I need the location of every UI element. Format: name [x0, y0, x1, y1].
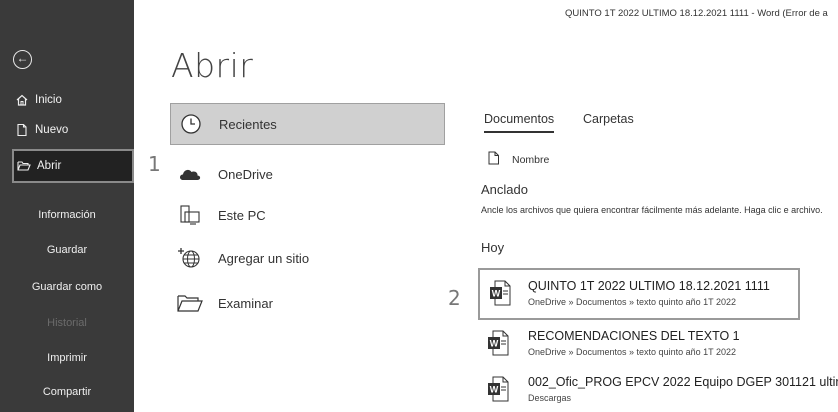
svg-text:W: W — [490, 339, 499, 349]
back-arrow-icon[interactable]: ← — [13, 50, 32, 69]
sidebar-item-informacion[interactable]: Información — [0, 209, 134, 221]
word-document-icon: W — [489, 280, 511, 306]
file-type-icon — [488, 151, 500, 165]
sidebar-item-label: Inicio — [35, 94, 62, 106]
file-item-quinto[interactable]: W QUINTO 1T 2022 ULTIMO 18.12.2021 1111 … — [478, 268, 800, 320]
file-item-002-ofic[interactable]: W 002_Ofic_PROG EPCV 2022 Equipo DGEP 30… — [481, 370, 838, 412]
pinned-hint: Ancle los archivos que quiera encontrar … — [481, 205, 823, 215]
column-header-name[interactable]: Nombre — [512, 154, 549, 166]
location-label: Este PC — [218, 207, 266, 223]
step-marker-1: 1 — [148, 152, 161, 176]
cloud-icon — [176, 162, 204, 186]
open-folder-icon — [17, 159, 31, 173]
clock-icon — [177, 112, 205, 136]
sidebar-item-imprimir[interactable]: Imprimir — [0, 352, 134, 364]
window-title: QUINTO 1T 2022 ULTIMO 18.12.2021 1111 - … — [565, 8, 828, 19]
sidebar-item-compartir[interactable]: Compartir — [0, 386, 134, 398]
sidebar-item-historial: Historial — [47, 317, 87, 329]
location-onedrive[interactable]: OneDrive — [170, 153, 445, 195]
new-document-icon — [15, 123, 29, 137]
file-item-recomendaciones[interactable]: W RECOMENDACIONES DEL TEXTO 1 OneDrive »… — [481, 324, 838, 366]
folder-icon — [176, 291, 204, 315]
location-label: Agregar un sitio — [218, 250, 310, 266]
location-este-pc[interactable]: Este PC — [170, 194, 445, 236]
sidebar-item-label: Abrir — [37, 160, 62, 172]
location-examinar[interactable]: Examinar — [170, 282, 445, 324]
sidebar-item-abrir[interactable]: Abrir — [12, 149, 134, 183]
step-marker-2: 2 — [448, 286, 461, 310]
location-label: Examinar — [218, 295, 273, 311]
file-name: QUINTO 1T 2022 ULTIMO 18.12.2021 1111 — [528, 279, 770, 293]
file-name: RECOMENDACIONES DEL TEXTO 1 — [528, 329, 740, 343]
svg-text:W: W — [492, 289, 501, 299]
tab-documentos[interactable]: Documentos — [484, 112, 555, 133]
sidebar-item-guardar-como[interactable]: Guardar como — [0, 281, 134, 293]
sidebar-item-inicio[interactable]: Inicio — [0, 83, 134, 117]
word-document-icon: W — [487, 376, 509, 402]
globe-plus-icon — [176, 246, 204, 270]
file-path: OneDrive » Documentos » texto quinto año… — [528, 347, 736, 357]
home-icon — [15, 93, 29, 107]
word-document-icon: W — [487, 330, 509, 356]
sidebar-item-guardar[interactable]: Guardar — [0, 244, 134, 256]
svg-text:W: W — [490, 385, 499, 395]
location-label: Recientes — [219, 116, 277, 132]
tab-carpetas[interactable]: Carpetas — [583, 112, 634, 126]
sidebar-item-label: Nuevo — [35, 124, 69, 136]
location-recientes[interactable]: Recientes — [170, 103, 445, 145]
sidebar-item-nuevo[interactable]: Nuevo — [0, 113, 134, 147]
page-title: Abrir — [171, 46, 254, 85]
location-label: OneDrive — [218, 166, 273, 182]
file-name: 002_Ofic_PROG EPCV 2022 Equipo DGEP 3011… — [528, 375, 838, 389]
computer-icon — [176, 203, 204, 227]
pinned-heading: Anclado — [481, 182, 528, 197]
file-path: OneDrive » Documentos » texto quinto año… — [528, 297, 736, 307]
location-agregar-sitio[interactable]: Agregar un sitio — [170, 237, 445, 279]
backstage-sidebar: ← Inicio Nuevo Abrir Información Guardar… — [0, 0, 134, 412]
file-path: Descargas — [528, 393, 572, 403]
today-heading: Hoy — [481, 240, 505, 255]
